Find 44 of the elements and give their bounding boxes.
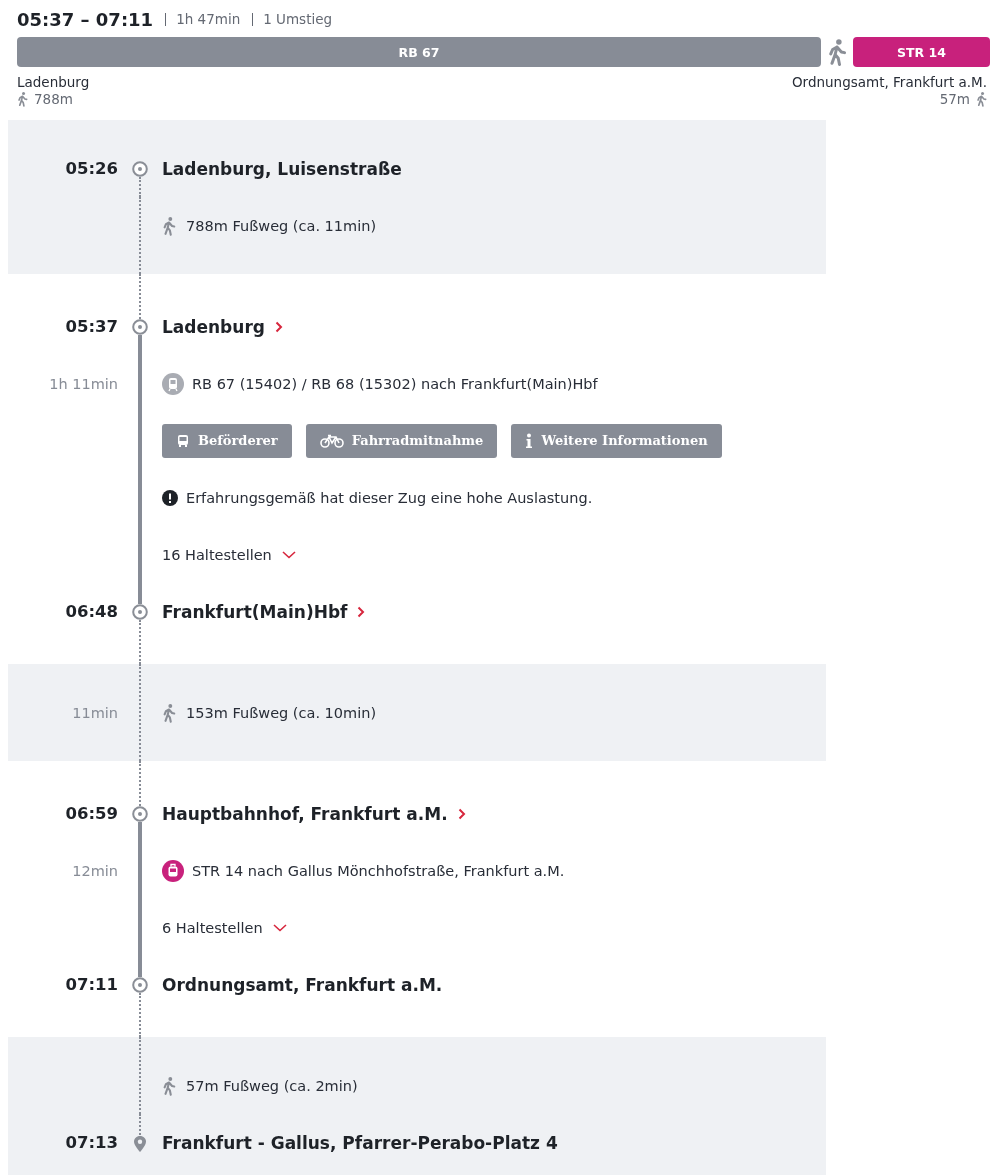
- transit-segment: STR 14: [853, 37, 990, 67]
- origin-walk-distance: 788m: [34, 91, 73, 107]
- stop-time: 07:11: [65, 975, 118, 994]
- leg-description: RB 67 (15402) / RB 68 (15302) nach Frankfurt(Main)Hbf: [192, 375, 598, 392]
- intermediate-stops-toggle[interactable]: 6 Haltestellen: [162, 919, 287, 936]
- destination-name: Ordnungsamt, Frankfurt a.M.: [792, 74, 987, 90]
- notice-text: Erfahrungsgemäß hat dieser Zug eine hohe Auslastung.: [186, 489, 593, 506]
- stop-name: Frankfurt - Gallus, Pfarrer-Perabo-Platz 4: [162, 1132, 558, 1153]
- exclamation-icon: [162, 489, 178, 506]
- trip-duration: 1h 47min: [165, 12, 241, 26]
- walking-person-icon: [162, 1075, 176, 1096]
- walk-description: 788m Fußweg (ca. 11min): [186, 217, 377, 234]
- stop-name: Ladenburg, Luisenstraße: [162, 158, 402, 179]
- stop-time: 07:13: [65, 1133, 118, 1152]
- walking-person-icon: [827, 38, 847, 66]
- bus-icon: [176, 433, 190, 448]
- chevron-down-icon: [272, 923, 287, 932]
- info-icon: [525, 432, 534, 449]
- leg-description: STR 14 nach Gallus Mönchhofstraße, Frankfurt a.M.: [192, 862, 565, 879]
- walking-person-icon: [162, 215, 176, 236]
- trip-changes: 1 Umstieg: [252, 12, 333, 26]
- bicycle-icon: [319, 433, 344, 448]
- stop-name[interactable]: Frankfurt(Main)Hbf: [162, 601, 348, 622]
- walking-person-icon: [17, 91, 28, 107]
- leg-duration: 1h 11min: [49, 375, 118, 392]
- stop-time: 05:26: [65, 159, 118, 178]
- walking-person-icon: [162, 702, 176, 723]
- stop-name[interactable]: Hauptbahnhof, Frankfurt a.M.: [162, 803, 448, 824]
- stop-name[interactable]: Ladenburg: [162, 316, 265, 337]
- transit-segment: RB 67: [17, 37, 821, 67]
- stop-time: 06:59: [65, 804, 118, 823]
- leg-duration: 12min: [72, 862, 118, 879]
- leg-duration: 11min: [72, 704, 118, 721]
- destination-walk-distance: 57m: [939, 91, 970, 107]
- stop-time: 05:37: [65, 317, 118, 336]
- walk-description: 57m Fußweg (ca. 2min): [186, 1077, 358, 1094]
- chevron-down-icon: [281, 550, 296, 559]
- stop-time: 06:48: [65, 602, 118, 621]
- origin-name: Ladenburg: [17, 74, 90, 90]
- trip-time-range: 05:37 – 07:11: [17, 8, 154, 30]
- stop-name: Ordnungsamt, Frankfurt a.M.: [162, 974, 443, 995]
- walk-description: 153m Fußweg (ca. 10min): [186, 704, 377, 721]
- walking-person-icon: [976, 91, 987, 107]
- intermediate-stops-toggle[interactable]: 16 Haltestellen: [162, 546, 296, 563]
